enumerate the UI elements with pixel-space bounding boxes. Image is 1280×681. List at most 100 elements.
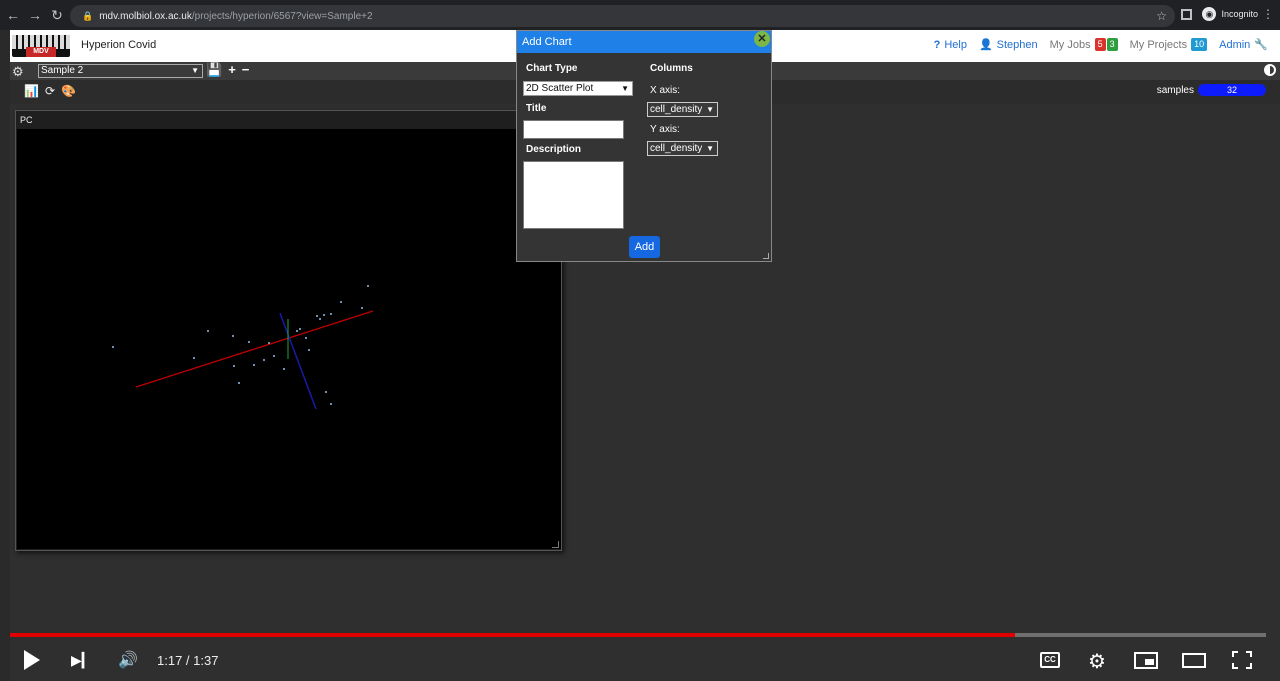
video-controls: ▶▎ 🔊 1:17 / 1:37 CC ⚙ (0, 640, 1280, 681)
help-label: Help (944, 38, 967, 51)
y-axis-select[interactable]: cell_density ▼ (647, 141, 718, 156)
bookmark-star-icon[interactable]: ☆ (1156, 9, 1167, 23)
captions-icon[interactable]: CC (1040, 652, 1060, 668)
reload-icon[interactable]: ↻ (46, 7, 68, 24)
chevron-down-icon: ▼ (706, 105, 714, 114)
theme-toggle-icon[interactable] (1264, 64, 1276, 76)
3d-scatter-plot[interactable] (17, 129, 561, 549)
left-edge (0, 30, 10, 681)
video-progress-fill (10, 633, 1015, 637)
my-projects-link[interactable]: My Projects 10 (1129, 38, 1208, 51)
point (238, 382, 240, 384)
play-icon[interactable] (24, 650, 40, 670)
chart-panel[interactable]: PC (15, 110, 562, 551)
back-icon[interactable]: ← (2, 7, 24, 23)
point (112, 346, 114, 348)
user-icon: 👤 (978, 39, 993, 51)
remove-view-icon[interactable]: − (242, 62, 250, 78)
settings-gear-icon[interactable]: ⚙ (1088, 649, 1106, 674)
browser-menu-icon[interactable]: ⋮ (1262, 7, 1274, 21)
video-progress-bar[interactable] (10, 633, 1266, 637)
jobs-failed-badge: 5 (1094, 38, 1106, 51)
point (233, 365, 235, 367)
point (316, 315, 318, 317)
point (273, 355, 275, 357)
incognito-indicator[interactable]: ◉ Incognito (1202, 7, 1258, 21)
x-axis-line (135, 310, 374, 388)
samples-label: samples (1156, 84, 1194, 96)
help-link[interactable]: ? Help (934, 39, 967, 51)
admin-link[interactable]: Admin 🔧 (1219, 38, 1268, 52)
x-axis-label: X axis: (650, 85, 681, 96)
plot-canvas[interactable] (17, 129, 561, 549)
samples-filter: samples 32 (1157, 84, 1266, 96)
panel-title: PC (20, 115, 33, 125)
chart-type-select[interactable]: 2D Scatter Plot ▼ (523, 81, 633, 96)
point (253, 364, 255, 366)
refresh-icon[interactable]: ⟳ (45, 84, 55, 98)
mdv-logo[interactable]: MDV (12, 35, 70, 57)
scatter-points (112, 285, 369, 405)
incognito-icon: ◉ (1202, 7, 1217, 21)
view-select[interactable]: Sample 2 ▼ (38, 64, 203, 78)
url-host: mdv.molbiol.ox.ac.uk (99, 10, 192, 22)
columns-label: Columns (650, 63, 693, 74)
gears-icon[interactable]: ⚙ (12, 64, 24, 80)
chevron-down-icon: ▼ (621, 84, 629, 93)
add-chart-icon[interactable]: 📊 (24, 84, 39, 98)
chart-type-label: Chart Type (526, 63, 578, 74)
url-path: /projects/hyperion/6567?view=Sample+2 (191, 10, 373, 22)
view-actions: 💾 + − (206, 62, 249, 78)
incognito-label: Incognito (1221, 9, 1258, 19)
jobs-complete-badge: 3 (1106, 38, 1118, 51)
point (330, 403, 332, 405)
panel-resize-handle[interactable] (552, 541, 559, 548)
chart-actions: 📊 ⟳ 🎨 (24, 84, 76, 98)
y-axis-value: cell_density (650, 143, 703, 154)
volume-icon[interactable]: 🔊 (118, 650, 138, 670)
add-chart-dialog: Add Chart ✕ Chart Type 2D Scatter Plot ▼… (516, 30, 772, 262)
y-axis-label: Y axis: (650, 124, 680, 135)
point (308, 349, 310, 351)
user-link[interactable]: 👤 Stephen (978, 38, 1038, 52)
x-axis-select[interactable]: cell_density ▼ (647, 102, 718, 117)
point (361, 307, 363, 309)
dialog-header[interactable]: Add Chart ✕ (517, 31, 771, 53)
x-axis-value: cell_density (650, 104, 703, 115)
point (325, 391, 327, 393)
my-projects-label: My Projects (1129, 38, 1188, 51)
chevron-down-icon: ▼ (191, 66, 199, 75)
theater-mode-icon[interactable] (1182, 653, 1206, 668)
point (248, 341, 250, 343)
title-label: Title (526, 103, 547, 114)
save-icon[interactable]: 💾 (206, 62, 222, 78)
my-jobs-link[interactable]: My Jobs 5 3 (1050, 38, 1118, 51)
add-view-icon[interactable]: + (228, 62, 236, 78)
dialog-title: Add Chart (522, 36, 572, 48)
point (263, 359, 265, 361)
chevron-down-icon: ▼ (706, 144, 714, 153)
miniplayer-icon[interactable] (1134, 652, 1158, 669)
close-icon[interactable]: ✕ (754, 31, 770, 47)
point (367, 285, 369, 287)
chart-type-value: 2D Scatter Plot (526, 83, 594, 94)
point (207, 330, 209, 332)
dialog-resize-handle[interactable] (763, 253, 769, 259)
description-textarea[interactable] (523, 161, 624, 229)
point (340, 301, 342, 303)
browser-toolbar: ← → ↻ 🔒 mdv.molbiol.ox.ac.uk/projects/hy… (0, 0, 1280, 30)
point (296, 330, 298, 332)
fullscreen-icon[interactable] (1232, 651, 1252, 669)
point (330, 313, 332, 315)
point (283, 368, 285, 370)
address-bar[interactable]: 🔒 mdv.molbiol.ox.ac.uk/projects/hyperion… (70, 5, 1175, 27)
palette-icon[interactable]: 🎨 (61, 84, 76, 98)
side-panel-icon[interactable] (1181, 9, 1192, 20)
wrench-icon: 🔧 (1254, 39, 1268, 51)
next-icon[interactable]: ▶▎ (71, 652, 93, 669)
point (305, 337, 307, 339)
forward-icon[interactable]: → (24, 7, 46, 23)
title-input[interactable] (523, 120, 624, 139)
add-button[interactable]: Add (629, 236, 660, 258)
admin-label: Admin (1219, 38, 1251, 51)
